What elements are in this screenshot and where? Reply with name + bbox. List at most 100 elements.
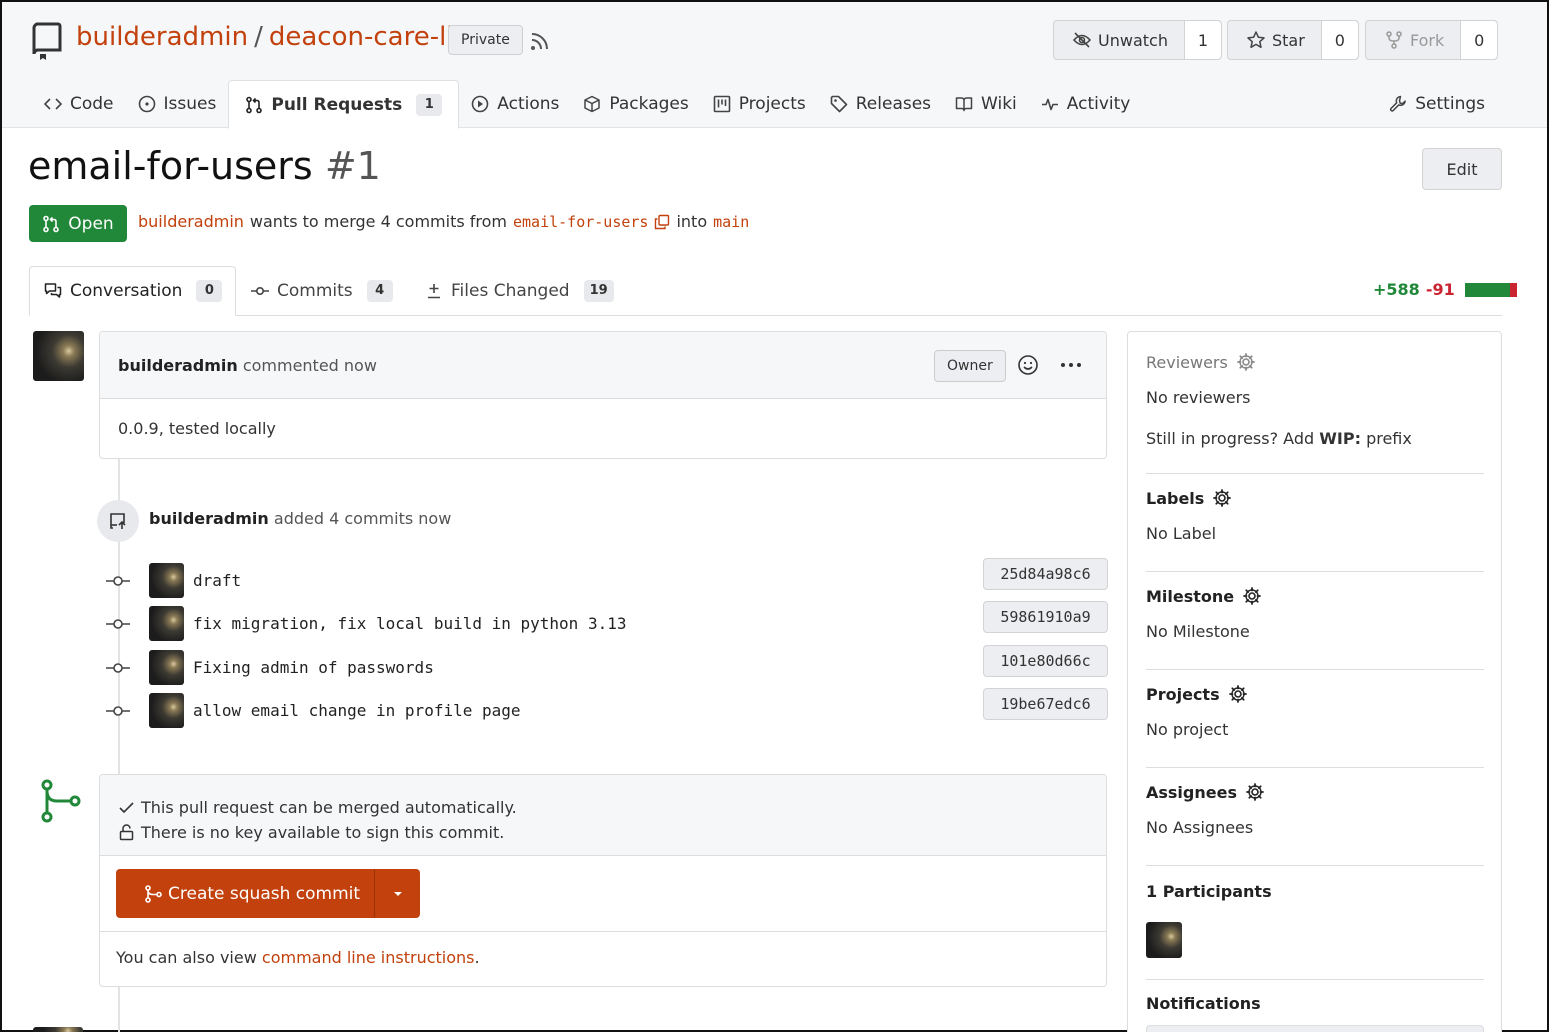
reviewers-value: No reviewers [1146, 388, 1251, 407]
pulse-icon [1041, 98, 1058, 111]
notifications-title: Notifications [1146, 994, 1261, 1013]
plus-minus-icon [428, 284, 440, 299]
forks-count[interactable]: 0 [1460, 21, 1498, 59]
diff-bar [1464, 282, 1517, 297]
milestone-value: No Milestone [1146, 622, 1250, 641]
assignees-title: Assignees [1146, 782, 1237, 802]
project-board-icon [713, 95, 731, 113]
pull-requests-count: 1 [416, 93, 443, 116]
commit-message[interactable]: Fixing admin of passwords [193, 658, 434, 677]
base-branch-link[interactable]: main [713, 213, 749, 231]
tab-activity[interactable]: Activity [1029, 80, 1143, 128]
commit-row: Fixing admin of passwords 101e80d66c [106, 645, 1108, 686]
pr-sidebar: Reviewers No reviewers Still in progress… [1127, 331, 1502, 1032]
comments-icon [44, 283, 62, 298]
tab-releases[interactable]: Releases [818, 80, 943, 128]
merge-status: This pull request can be merged automati… [100, 775, 1106, 856]
star-button[interactable]: Star 0 [1227, 20, 1359, 60]
copy-icon[interactable] [654, 214, 670, 230]
notifications-button[interactable] [1146, 1025, 1484, 1032]
tab-issues[interactable]: Issues [126, 80, 229, 128]
comment-action: commented now [242, 355, 377, 375]
tab-packages[interactable]: Packages [571, 80, 700, 128]
page-title: email-for-users #1 [28, 144, 381, 188]
participants-section: 1 Participants [1146, 882, 1484, 980]
commit-row: draft 25d84a98c6 [106, 558, 1108, 599]
gear-icon[interactable] [1236, 352, 1256, 372]
commit-message[interactable]: draft [193, 571, 241, 590]
tab-actions-label: Actions [497, 94, 560, 114]
commit-author-avatar[interactable] [149, 606, 184, 641]
repo-nav: Code Issues Pull Requests 1 Actions Pack… [32, 80, 1143, 129]
stars-count[interactable]: 0 [1320, 21, 1358, 59]
commit-row: fix migration, fix local build in python… [106, 601, 1108, 642]
more-options-icon[interactable] [1058, 354, 1084, 376]
unwatch-button[interactable]: Unwatch 1 [1053, 20, 1222, 60]
pr-number: #1 [324, 144, 381, 188]
gear-icon[interactable] [1212, 488, 1232, 508]
emoji-reaction-icon[interactable] [1017, 354, 1039, 376]
repo-separator: / [254, 22, 263, 52]
gear-icon[interactable] [1242, 586, 1262, 606]
merge-style-dropdown[interactable] [374, 869, 420, 918]
comment-author[interactable]: builderadmin [118, 356, 238, 375]
commits-event-author[interactable]: builderadmin [149, 509, 269, 528]
commits-event-badge [97, 500, 139, 542]
commit-icon [251, 287, 269, 296]
projects-header[interactable]: Projects [1146, 684, 1484, 704]
commit-message[interactable]: fix migration, fix local build in python… [193, 614, 626, 633]
create-squash-commit-button[interactable]: Create squash commit [116, 869, 420, 918]
milestone-header[interactable]: Milestone [1146, 586, 1484, 606]
avatar[interactable] [33, 331, 84, 381]
commit-message[interactable]: allow email change in profile page [193, 701, 521, 720]
rss-feed-icon[interactable] [529, 30, 551, 52]
commit-sha[interactable]: 59861910a9 [983, 601, 1108, 633]
commit-sha[interactable]: 19be67edc6 [983, 688, 1108, 720]
edit-title-button[interactable]: Edit [1422, 148, 1502, 190]
tab-actions[interactable]: Actions [459, 80, 571, 128]
tab-code[interactable]: Code [32, 80, 126, 128]
pull-request-icon [43, 215, 60, 232]
merge-text: wants to merge 4 commits from [249, 212, 507, 231]
package-icon [584, 95, 601, 113]
mergeable-text: This pull request can be merged automati… [141, 798, 517, 817]
head-branch-link[interactable]: email-for-users [513, 213, 648, 231]
additions-count: +588 [1373, 280, 1420, 299]
commit-author-avatar[interactable] [149, 693, 184, 728]
commit-author-avatar[interactable] [149, 650, 184, 685]
commits-event-action: added 4 commits now [273, 509, 452, 528]
repo-name-link[interactable]: deacon-care-list [269, 22, 477, 52]
gear-icon[interactable] [1228, 684, 1248, 704]
commit-sha[interactable]: 25d84a98c6 [983, 558, 1108, 590]
commit-dot-icon [106, 619, 130, 629]
assignees-header[interactable]: Assignees [1146, 782, 1484, 802]
tab-wiki[interactable]: Wiki [943, 80, 1029, 128]
watchers-count[interactable]: 1 [1183, 21, 1221, 59]
diff-stats: +588 -91 [1373, 280, 1517, 299]
commit-author-avatar[interactable] [149, 563, 184, 598]
tab-conversation-label: Conversation [70, 281, 183, 301]
tab-commits[interactable]: Commits 4 [251, 266, 393, 316]
tab-projects[interactable]: Projects [701, 80, 818, 128]
command-line-instructions-link[interactable]: command line instructions [262, 948, 475, 967]
tab-settings[interactable]: Settings [1389, 80, 1485, 128]
commit-dot-icon [106, 576, 130, 586]
tab-issues-label: Issues [163, 94, 217, 114]
diff-bar-additions [1464, 282, 1510, 297]
tab-pull-requests[interactable]: Pull Requests 1 [228, 80, 460, 129]
reviewers-header[interactable]: Reviewers [1146, 352, 1484, 372]
labels-header[interactable]: Labels [1146, 488, 1484, 508]
repo-owner-link[interactable]: builderadmin [76, 22, 248, 52]
tab-conversation[interactable]: Conversation 0 [29, 266, 236, 316]
commit-sha[interactable]: 101e80d66c [983, 645, 1108, 677]
tab-files-changed[interactable]: Files Changed 19 [425, 266, 614, 316]
pr-author-link[interactable]: builderadmin [138, 212, 244, 231]
labels-section: Labels No Label [1146, 488, 1484, 572]
cli-instructions: You can also view command line instructi… [100, 931, 1106, 987]
fork-button[interactable]: Fork 0 [1365, 20, 1499, 60]
book-icon [955, 97, 973, 112]
tab-packages-label: Packages [609, 94, 689, 114]
signing-status: There is no key available to sign this c… [118, 820, 1106, 845]
gear-icon[interactable] [1245, 782, 1265, 802]
participant-avatar[interactable] [1146, 922, 1182, 958]
